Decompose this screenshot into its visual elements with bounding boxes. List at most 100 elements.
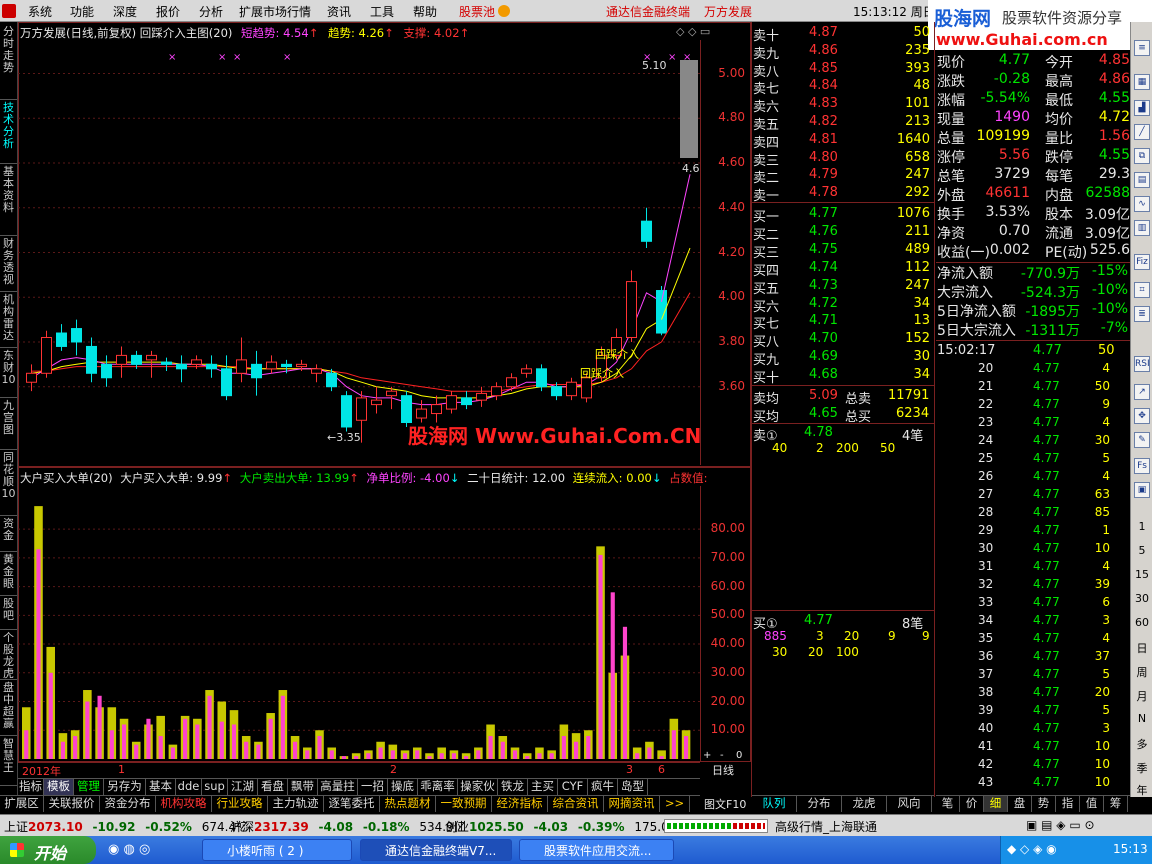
detail-tab-3[interactable]: 盘 [1008,796,1032,812]
left-tab-13[interactable]: 智慧王 [0,736,17,786]
sell-order-row[interactable]: 卖二 4.79 247 [752,166,934,186]
extension-tab-2[interactable]: 资金分布 [100,796,156,812]
period-button-1[interactable]: 5 [1131,544,1152,557]
window-icon[interactable]: ▣ [1134,482,1150,498]
period-button-6[interactable]: 周 [1131,664,1152,680]
extension-tab-11[interactable]: 网摘资讯 [604,796,660,812]
f10-button[interactable]: 图文F10 [704,796,746,812]
detail-tab-7[interactable]: 筹 [1104,796,1128,812]
indicator-tab-0[interactable]: 指标 [18,779,44,795]
panel-tab-2[interactable]: 龙虎 [842,796,887,812]
indicator-tab-1[interactable]: 模板 [44,779,74,795]
left-tab-8[interactable]: 资金 [0,516,17,552]
indicator-tab-15[interactable]: 铁龙 [498,779,528,795]
compare-icon[interactable]: ⧉ [1134,148,1150,164]
buy-order-row[interactable]: 买六 4.72 34 [752,295,934,315]
extension-tab-0[interactable]: 扩展区 [0,796,44,812]
indicator-tab-4[interactable]: 基本 [146,779,176,795]
period-button-2[interactable]: 15 [1131,568,1152,581]
sell-order-row[interactable]: 卖三 4.80 658 [752,149,934,169]
indicator-tab-18[interactable]: 疯牛 [588,779,618,795]
fiz-icon[interactable]: Fiz [1134,254,1150,270]
extension-tab-6[interactable]: 逐笔委托 [324,796,380,812]
extension-tab-10[interactable]: 综合资讯 [548,796,604,812]
task-forum[interactable]: 股票软件应用交流... [519,839,674,861]
period-button-8[interactable]: N [1131,712,1152,725]
time-axis-mode[interactable]: 日线 [712,762,734,778]
sell-order-row[interactable]: 卖四 4.81 1640 [752,131,934,151]
start-button[interactable]: 开始 [0,836,96,864]
extension-tab-1[interactable]: 关联报价 [44,796,100,812]
indicator-tab-7[interactable]: 江湖 [228,779,258,795]
left-tab-10[interactable]: 股吧 [0,596,17,630]
left-tab-0[interactable]: 分时走势 [0,24,17,100]
sell-order-row[interactable]: 卖一 4.78 292 [752,184,934,204]
task-tdx-terminal[interactable]: 通达信金融终端V7... [360,839,512,861]
indicator-tab-9[interactable]: 飘带 [288,779,318,795]
left-tab-7[interactable]: 同花顺10 [0,450,17,516]
left-tab-4[interactable]: 机构雷达 [0,292,17,348]
menu-function[interactable]: 功能 [70,3,94,20]
curve-icon[interactable]: ∿ [1134,196,1150,212]
indicator-tab-13[interactable]: 乖离率 [418,779,458,795]
list-icon[interactable]: ≡ [1134,40,1150,56]
sell-order-row[interactable]: 卖六 4.83 101 [752,95,934,115]
left-tab-1[interactable]: 技术分析 [0,100,17,164]
index-sh[interactable]: 上证2073.10 -10.92 -0.52% 674.4亿 [4,818,248,835]
zoom-out-button[interactable]: - [720,750,724,761]
rsi-icon[interactable]: RSI [1134,356,1150,372]
menu-system[interactable]: 系统 [28,3,52,20]
indicator-tab-6[interactable]: sup [202,779,228,795]
menu-help[interactable]: 帮助 [413,3,437,20]
buy-order-row[interactable]: 买三 4.75 489 [752,241,934,261]
indicator-tab-8[interactable]: 看盘 [258,779,288,795]
detail-tab-1[interactable]: 价 [960,796,984,812]
left-tab-5[interactable]: 东财10 [0,348,17,398]
detail-tab-5[interactable]: 指 [1056,796,1080,812]
left-tab-3[interactable]: 财务透视 [0,236,17,292]
cursor-icon[interactable]: ↗ [1134,384,1150,400]
extension-tab-5[interactable]: 主力轨迹 [268,796,324,812]
move-icon[interactable]: ✥ [1134,408,1150,424]
buy-order-row[interactable]: 买五 4.73 247 [752,277,934,297]
buy-order-row[interactable]: 买一 4.77 1076 [752,205,934,225]
buy-order-row[interactable]: 买四 4.74 112 [752,259,934,279]
pencil-icon[interactable]: ✎ [1134,432,1150,448]
left-tab-2[interactable]: 基本资料 [0,164,17,236]
period-button-3[interactable]: 30 [1131,592,1152,605]
extension-tab-3[interactable]: 机构攻略 [156,796,212,812]
detail-tab-0[interactable]: 笔 [936,796,960,812]
extension-tab-8[interactable]: 一致预期 [436,796,492,812]
period-button-0[interactable]: 1 [1131,520,1152,533]
quick-launch-icons[interactable]: ◉ ◍ ◎ [108,842,150,857]
sell-order-row[interactable]: 卖七 4.84 48 [752,77,934,97]
indicator-tab-5[interactable]: dde [176,779,202,795]
menu-analysis[interactable]: 分析 [199,3,223,20]
chart-control-icons[interactable]: ◇ ◇ ▭ [676,25,710,38]
extension-tab-7[interactable]: 热点题材 [380,796,436,812]
indicator-tab-3[interactable]: 另存为 [104,779,146,795]
chart-icon[interactable]: ▟ [1134,100,1150,116]
bar-icon[interactable]: ▥ [1134,220,1150,236]
table-icon[interactable]: ▤ [1134,172,1150,188]
buy-order-row[interactable]: 买十 4.68 34 [752,366,934,386]
menu-news[interactable]: 资讯 [327,3,351,20]
indicator-tab-10[interactable]: 高量拄 [318,779,358,795]
period-button-9[interactable]: 多 [1131,736,1152,752]
menu-quote[interactable]: 报价 [156,3,180,20]
period-button-5[interactable]: 日 [1131,640,1152,656]
index-cy[interactable]: 创业1025.50 -4.03 -0.39% 175.0亿 [445,818,681,835]
sell-order-row[interactable]: 卖八 4.85 393 [752,60,934,80]
extension-tab-9[interactable]: 经济指标 [492,796,548,812]
status-icons[interactable]: ▣ ▤ ◈ ▭ ⊙ [1026,818,1095,832]
ticks-icon[interactable]: ⌗ [1134,282,1150,298]
detail-tab-2[interactable]: 细 [984,796,1008,812]
period-button-7[interactable]: 月 [1131,688,1152,704]
indicator-tab-16[interactable]: 主买 [528,779,558,795]
sell-order-row[interactable]: 卖十 4.87 50 [752,24,934,44]
period-button-4[interactable]: 60 [1131,616,1152,629]
detail-tab-4[interactable]: 势 [1032,796,1056,812]
zoom-reset-button[interactable]: 0 [736,750,742,761]
grid-icon[interactable]: ▦ [1134,74,1150,90]
period-button-11[interactable]: 年 [1131,782,1152,798]
